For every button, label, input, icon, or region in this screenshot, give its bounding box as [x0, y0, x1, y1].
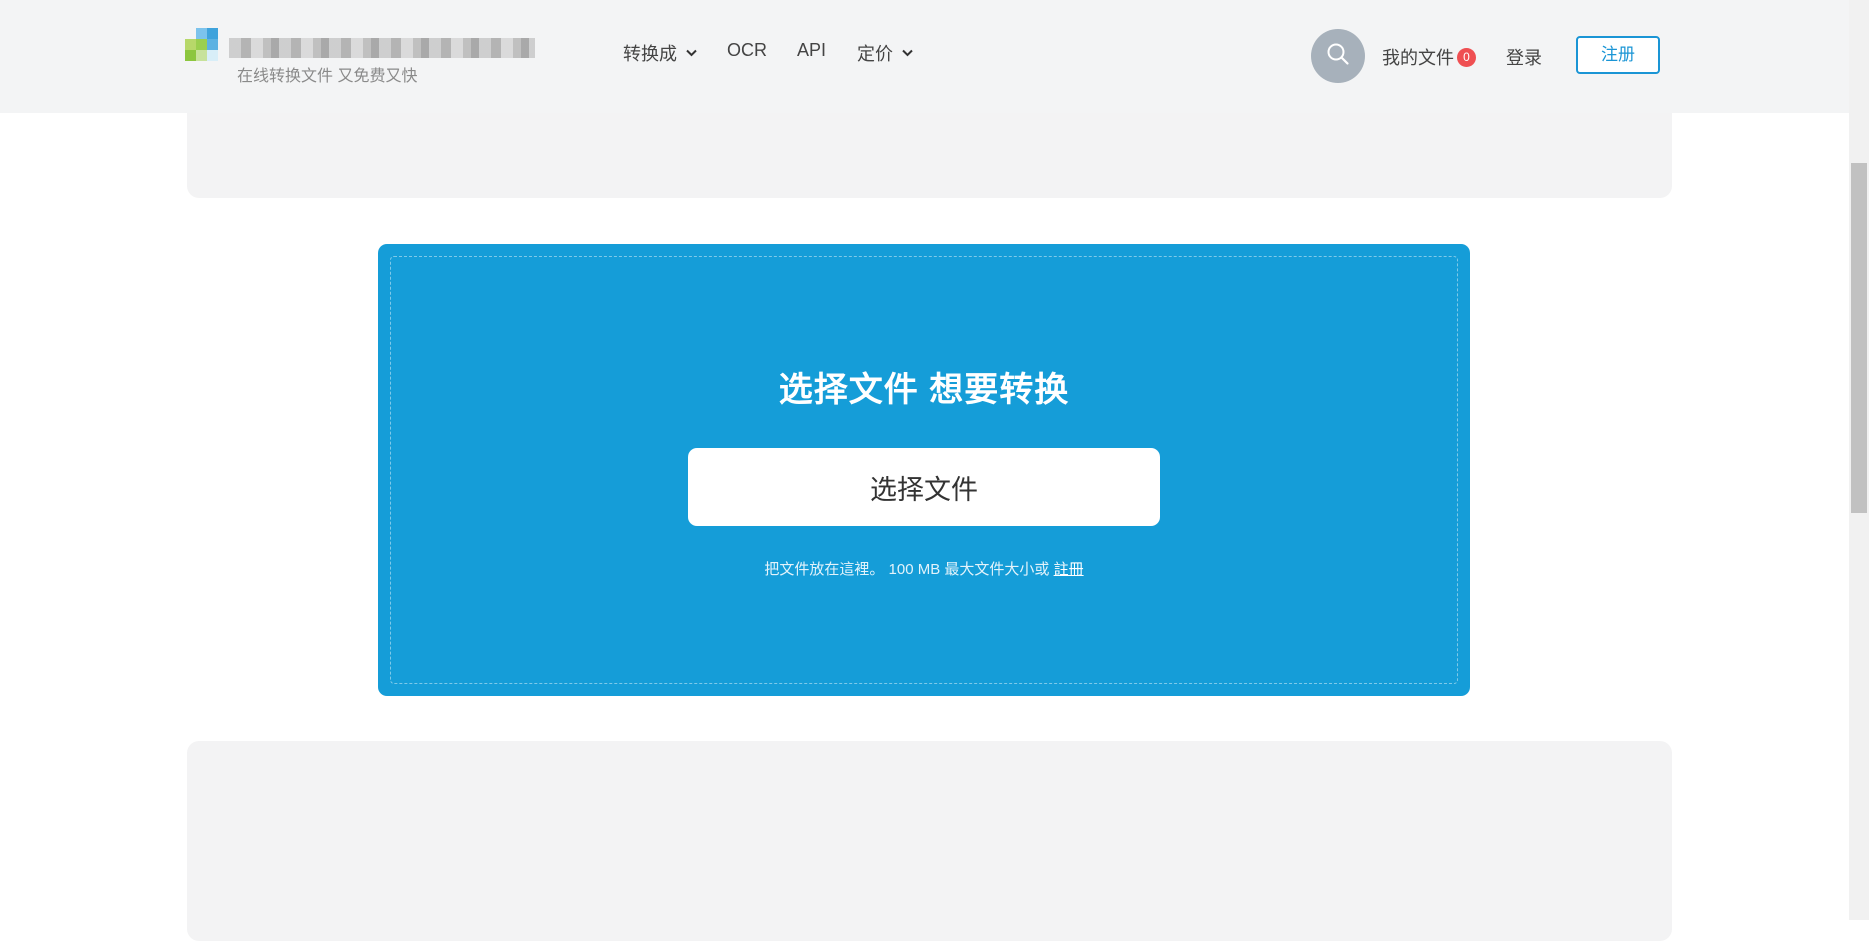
chevron-down-icon: [902, 48, 913, 60]
login-link[interactable]: 登录: [1506, 44, 1542, 70]
nav-pricing-menu[interactable]: 定价: [857, 40, 913, 66]
upload-hint: 把文件放在這裡。 100 MB 最大文件大小或 註冊: [378, 558, 1470, 579]
register-button[interactable]: 注册: [1576, 36, 1660, 74]
nav-pricing-label: 定价: [857, 44, 893, 64]
my-files-link[interactable]: 我的文件 0: [1382, 44, 1476, 70]
page-scrollbar[interactable]: [1849, 0, 1869, 920]
site-tagline: 在线转换文件 又免费又快: [237, 68, 418, 85]
search-button[interactable]: [1311, 29, 1365, 83]
upload-hint-text: 把文件放在這裡。 100 MB 最大文件大小或: [764, 561, 1050, 578]
register-link[interactable]: 註冊: [1054, 561, 1084, 578]
upload-panel: 选择文件 想要转换 选择文件 把文件放在這裡。 100 MB 最大文件大小或 註…: [378, 244, 1470, 696]
nav-ocr[interactable]: OCR: [727, 40, 767, 61]
logo-mark: [185, 28, 229, 68]
nav-convert-label: 转换成: [623, 44, 677, 64]
choose-file-button[interactable]: 选择文件: [688, 448, 1160, 526]
chevron-down-icon: [686, 48, 697, 60]
scrollbar-thumb[interactable]: [1851, 163, 1867, 513]
nav-convert-menu[interactable]: 转换成: [623, 40, 697, 66]
bottom-content-area: [187, 741, 1672, 941]
choose-file-label: 选择文件: [870, 474, 978, 505]
nav-api[interactable]: API: [797, 40, 826, 61]
upload-title: 选择文件 想要转换: [778, 371, 1070, 409]
site-logo[interactable]: 在线转换文件 又免费又快: [185, 28, 535, 85]
nav-api-label: API: [797, 40, 827, 60]
my-files-label: 我的文件: [1382, 48, 1454, 68]
file-count-badge: 0: [1457, 47, 1476, 67]
site-header: 在线转换文件 又免费又快 转换成 OCR API 定价 我的文件 0 登录 注册: [0, 0, 1849, 113]
nav-ocr-label: OCR: [727, 40, 767, 60]
search-icon: [1326, 42, 1350, 71]
logo-wordmark: [229, 38, 535, 58]
